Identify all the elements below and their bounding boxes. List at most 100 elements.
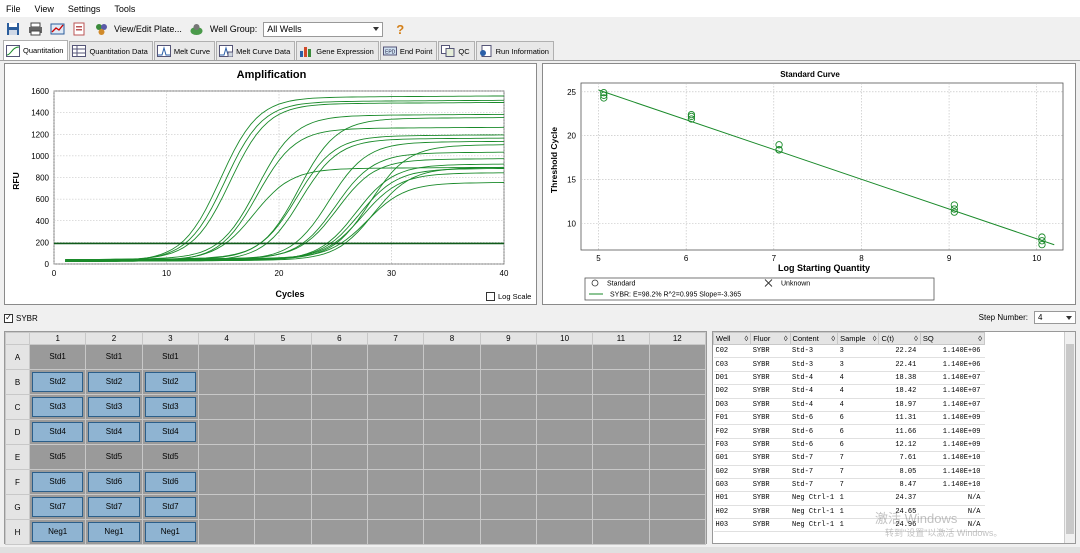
plate-well[interactable] <box>197 444 256 470</box>
plate-well[interactable] <box>535 494 594 520</box>
plate-well[interactable] <box>592 369 650 395</box>
tab-gene-expression[interactable]: Gene Expression <box>296 41 379 60</box>
table-scrollbar[interactable] <box>1064 332 1075 543</box>
table-row[interactable]: G02 SYBR Std-7 7 8.05 1.140E+10 <box>713 465 985 479</box>
help-icon[interactable]: ? <box>391 20 409 38</box>
plate-well[interactable] <box>479 494 537 520</box>
plate-well[interactable] <box>366 344 425 370</box>
column-header[interactable]: Well ◊ <box>713 332 752 345</box>
plate-well[interactable] <box>197 519 256 545</box>
plate-well[interactable]: Std5 <box>28 444 87 470</box>
plate-well[interactable] <box>592 444 650 470</box>
plate-well[interactable] <box>197 344 256 370</box>
table-row[interactable]: F03 SYBR Std-6 6 12.12 1.140E+09 <box>713 438 985 453</box>
table-row[interactable]: F01 SYBR Std-6 6 11.31 1.140E+09 <box>713 411 985 426</box>
plate-well[interactable] <box>423 519 481 545</box>
plate-well[interactable] <box>197 394 256 420</box>
plate-well[interactable] <box>648 344 707 370</box>
table-row[interactable]: G03 SYBR Std-7 7 8.47 1.140E+10 <box>713 478 985 493</box>
print-icon[interactable] <box>26 20 44 38</box>
plate-well[interactable] <box>592 419 650 445</box>
plate-well[interactable]: Std3 <box>141 394 199 420</box>
plate-well[interactable]: Std2 <box>85 369 143 395</box>
plate-well[interactable] <box>479 444 537 470</box>
plate-well[interactable]: Std2 <box>141 369 199 395</box>
plate-column-header[interactable]: 11 <box>592 332 650 345</box>
tab-quantitation[interactable]: Quantitation <box>3 40 69 60</box>
plate-well[interactable] <box>310 394 368 420</box>
plate-well[interactable] <box>310 344 368 370</box>
plate-well[interactable]: Std3 <box>85 394 143 420</box>
plate-well[interactable]: Std3 <box>28 394 87 420</box>
plate-well[interactable]: Std6 <box>141 469 199 495</box>
menu-tools[interactable]: Tools <box>114 4 135 14</box>
log-scale-checkbox[interactable]: Log Scale <box>486 292 531 301</box>
plate-column-header[interactable]: 4 <box>197 332 256 345</box>
plate-well[interactable] <box>423 469 481 495</box>
plate-well[interactable] <box>310 419 368 445</box>
plate-well[interactable]: Std5 <box>85 444 143 470</box>
table-row[interactable]: D03 SYBR Std-4 4 18.97 1.140E+07 <box>713 398 985 412</box>
log-scale-box[interactable] <box>486 292 495 301</box>
plate-well[interactable] <box>648 494 707 520</box>
plate-well[interactable] <box>479 394 537 420</box>
plate-column-header[interactable]: 2 <box>85 332 143 345</box>
column-header[interactable]: SQ ◊ <box>919 332 986 345</box>
plate-well[interactable] <box>479 344 537 370</box>
plate-well[interactable] <box>366 494 425 520</box>
step-number-select[interactable]: 4 <box>1034 311 1076 324</box>
sort-icon[interactable]: ◊ <box>978 334 982 343</box>
chart-icon[interactable] <box>48 20 66 38</box>
plate-well[interactable]: Std7 <box>85 494 143 520</box>
plate-well[interactable] <box>310 494 368 520</box>
tab-quantitation-data[interactable]: Quantitation Data <box>69 41 153 60</box>
plate-well[interactable] <box>479 469 537 495</box>
column-header[interactable]: Fluor ◊ <box>750 332 791 345</box>
plate-row-header[interactable]: D <box>5 419 30 445</box>
plate-column-header[interactable]: 9 <box>479 332 537 345</box>
table-row[interactable]: H01 SYBR Neg Ctrl-1 1 24.37 N/A <box>713 491 985 506</box>
plate-well[interactable] <box>254 394 312 420</box>
plate-well[interactable] <box>535 394 594 420</box>
plate-well[interactable] <box>535 369 594 395</box>
tab-melt-curve-data[interactable]: Melt Curve Data <box>216 41 296 60</box>
plate-well[interactable]: Std4 <box>141 419 199 445</box>
plate-well[interactable] <box>479 369 537 395</box>
plate-column-header[interactable]: 1 <box>28 332 87 345</box>
plate-well[interactable] <box>423 394 481 420</box>
plate-row-header[interactable]: E <box>5 444 30 470</box>
plate-column-header[interactable]: 7 <box>366 332 425 345</box>
plate-well[interactable] <box>648 419 707 445</box>
menu-view[interactable]: View <box>35 4 54 14</box>
plate-row-header[interactable]: G <box>5 494 30 520</box>
plate-well[interactable] <box>366 369 425 395</box>
plate-well[interactable] <box>535 344 594 370</box>
plate-well[interactable] <box>592 494 650 520</box>
table-row[interactable]: D02 SYBR Std-4 4 18.42 1.140E+07 <box>713 384 985 399</box>
plate-well[interactable]: Std4 <box>28 419 87 445</box>
plate-column-header[interactable]: 6 <box>310 332 368 345</box>
save-icon[interactable] <box>4 20 22 38</box>
plate-well[interactable] <box>197 494 256 520</box>
plate-well[interactable]: Std2 <box>28 369 87 395</box>
table-row[interactable]: D01 SYBR Std-4 4 18.38 1.140E+07 <box>713 371 985 386</box>
plate-well[interactable] <box>535 519 594 545</box>
plate-well[interactable] <box>366 519 425 545</box>
sort-icon[interactable]: ◊ <box>873 334 877 343</box>
plate-well[interactable]: Std5 <box>141 444 199 470</box>
plate-well[interactable] <box>366 444 425 470</box>
view-edit-plate-button[interactable]: View/Edit Plate... <box>114 24 182 34</box>
plate-well[interactable]: Std1 <box>85 344 143 370</box>
plate-well[interactable] <box>648 369 707 395</box>
menu-settings[interactable]: Settings <box>68 4 101 14</box>
menu-file[interactable]: File <box>6 4 21 14</box>
plate-icon[interactable] <box>92 20 110 38</box>
plate-well[interactable]: Std7 <box>28 494 87 520</box>
plate-well[interactable]: Std6 <box>85 469 143 495</box>
plate-well[interactable] <box>254 494 312 520</box>
sort-icon[interactable]: ◊ <box>914 334 918 343</box>
column-header[interactable]: C(t) ◊ <box>878 332 921 345</box>
plate-well[interactable] <box>423 344 481 370</box>
tab-end-point[interactable]: EPD End Point <box>379 41 438 60</box>
plate-well[interactable] <box>592 394 650 420</box>
